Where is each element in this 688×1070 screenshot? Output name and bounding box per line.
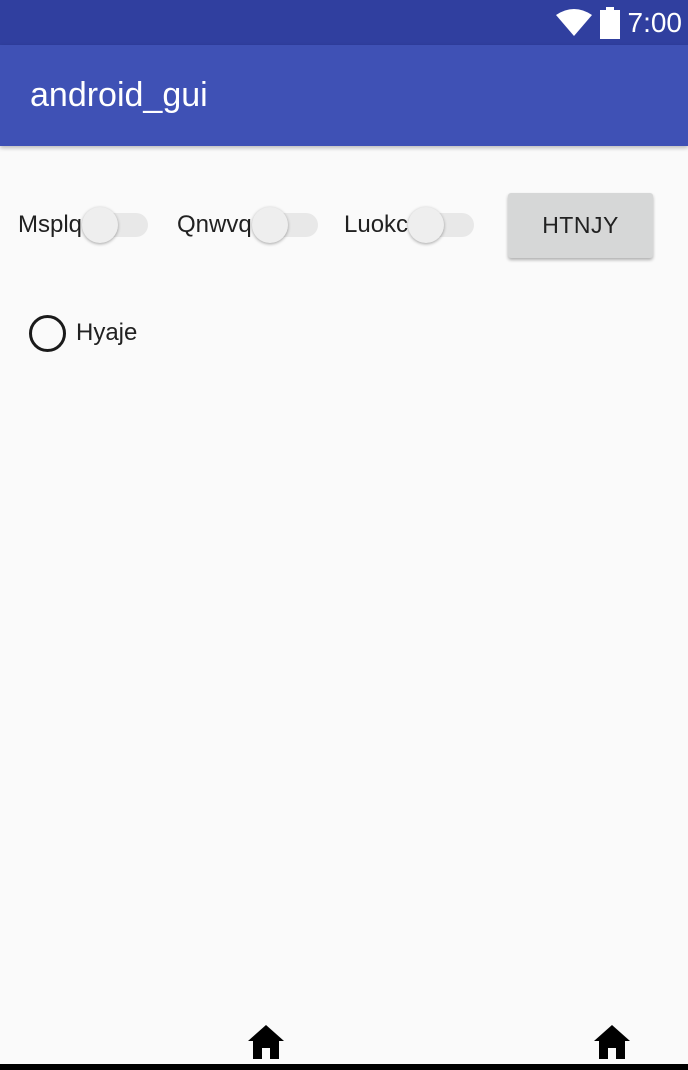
home-icon[interactable] bbox=[593, 1024, 631, 1060]
switch-label: Qnwvq bbox=[177, 211, 252, 238]
switch-toggle[interactable] bbox=[251, 200, 318, 250]
radio-label: Hyaje bbox=[76, 319, 138, 346]
switch-luokc[interactable]: Luokc bbox=[344, 200, 475, 250]
status-icons: 7:00 bbox=[555, 0, 683, 45]
switch-toggle[interactable] bbox=[408, 200, 475, 250]
battery-icon bbox=[599, 6, 620, 39]
switch-thumb[interactable] bbox=[408, 207, 445, 243]
app-bar: android_gui bbox=[0, 45, 688, 146]
status-time: 7:00 bbox=[627, 7, 683, 38]
status-bar: 7:00 bbox=[0, 0, 688, 45]
htnjy-button[interactable]: HTNJY bbox=[508, 193, 653, 258]
app-title: android_gui bbox=[30, 76, 208, 114]
wifi-icon bbox=[555, 8, 592, 36]
radio-circle[interactable] bbox=[29, 314, 66, 352]
radio-hyaje[interactable]: Hyaje bbox=[29, 313, 137, 353]
switch-msplq[interactable]: Msplq bbox=[18, 200, 149, 250]
bottom-divider bbox=[0, 1064, 688, 1070]
switch-qnwvq[interactable]: Qnwvq bbox=[177, 200, 318, 250]
switch-thumb[interactable] bbox=[82, 207, 119, 243]
switch-toggle[interactable] bbox=[82, 200, 149, 250]
home-icon[interactable] bbox=[247, 1024, 285, 1060]
switch-label: Msplq bbox=[18, 211, 83, 238]
switch-label: Luokc bbox=[344, 211, 409, 238]
switch-thumb[interactable] bbox=[251, 207, 288, 243]
